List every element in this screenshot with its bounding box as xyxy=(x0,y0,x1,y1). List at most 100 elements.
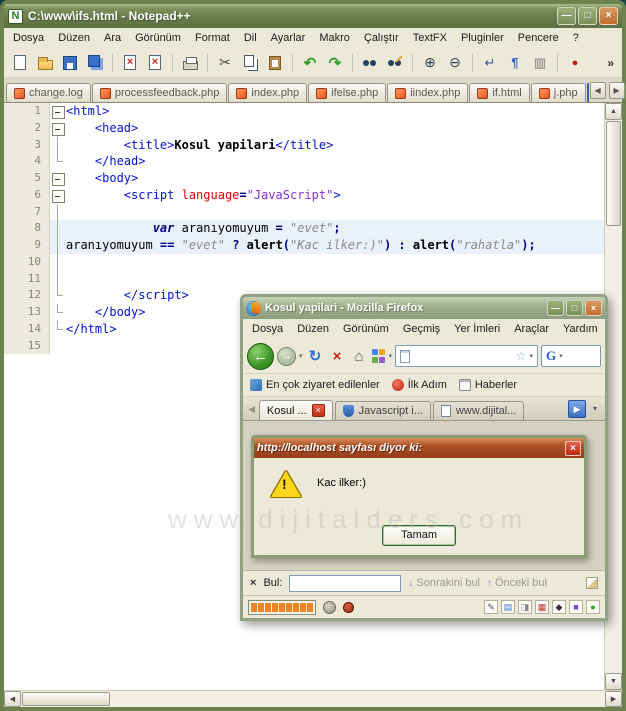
toolbar-paste-button[interactable] xyxy=(264,52,286,74)
grid-icon[interactable]: ▦ xyxy=(535,600,549,614)
toolbar-save-button[interactable] xyxy=(59,52,81,74)
tab-iindex-php[interactable]: iindex.php xyxy=(387,83,469,102)
toolbar-close-button[interactable]: × xyxy=(119,52,141,74)
menu-item-textfx[interactable]: TextFX xyxy=(406,30,454,46)
status-ok-icon[interactable]: ● xyxy=(586,600,600,614)
horizontal-scroll-thumb[interactable] xyxy=(22,692,110,706)
firefox-menu-item-araçlar[interactable]: Araçlar xyxy=(507,321,556,337)
menu-item-görünüm[interactable]: Görünüm xyxy=(128,30,188,46)
firefox-menu-item-görünüm[interactable]: Görünüm xyxy=(336,321,396,337)
toolbar-zoom-in-button[interactable]: ⊕ xyxy=(419,52,441,74)
bookmarks-grid-icon[interactable] xyxy=(371,349,386,363)
tab-processfeedback-php[interactable]: processfeedback.php xyxy=(91,83,228,102)
search-input[interactable]: G ▾ xyxy=(541,345,601,367)
firefox-menu-item-yer-i-mleri[interactable]: Yer İmleri xyxy=(447,321,507,337)
find-close-icon[interactable]: × xyxy=(250,577,256,589)
menu-item-ara[interactable]: Ara xyxy=(97,30,128,46)
scroll-right-arrow[interactable]: ▶ xyxy=(605,691,622,707)
back-button[interactable]: ← xyxy=(247,342,274,370)
tab-scroll-left-button[interactable]: ◀ xyxy=(246,404,257,420)
alert-close-button[interactable]: × xyxy=(565,440,581,456)
tab-scroll-right-button[interactable]: ▶ xyxy=(608,82,625,99)
toolbar-cut-button[interactable]: ✂ xyxy=(214,52,236,74)
browser-tab-www-dijital[interactable]: www.dijital... xyxy=(432,401,525,420)
bug-icon[interactable] xyxy=(343,601,354,613)
tab-j-php[interactable]: j.php xyxy=(530,83,586,102)
toolbar-open-file-button[interactable] xyxy=(34,52,56,74)
firefox-titlebar[interactable]: Kosul yapilari - Mozilla Firefox — □ × xyxy=(243,297,605,319)
tamam-button[interactable]: Tamam xyxy=(382,525,456,546)
scroll-up-arrow[interactable]: ▲ xyxy=(605,103,622,120)
menu-item-ayarlar[interactable]: Ayarlar xyxy=(264,30,313,46)
tab-scroll-right-button[interactable]: ▶ xyxy=(568,400,586,418)
fold-marker-icon[interactable] xyxy=(50,187,66,204)
fold-marker-icon[interactable] xyxy=(50,103,66,120)
menu-item-dil[interactable]: Dil xyxy=(237,30,264,46)
menu-item-düzen[interactable]: Düzen xyxy=(51,30,97,46)
fold-marker-icon[interactable] xyxy=(50,170,66,187)
toolbar-word-wrap-button[interactable]: ↵ xyxy=(479,52,501,74)
toolbar-save-all-button[interactable] xyxy=(84,52,106,74)
toolbar-redo-button[interactable]: ↷ xyxy=(324,52,346,74)
sparkle-icon[interactable] xyxy=(323,600,336,614)
firefox-minimize-button[interactable]: — xyxy=(547,300,564,316)
toolbar-show-all-chars-button[interactable]: ¶ xyxy=(504,52,526,74)
toolbar-replace-button[interactable] xyxy=(384,52,406,74)
stop-icon[interactable]: × xyxy=(328,348,347,365)
menu-item-item[interactable]: ? xyxy=(566,30,586,46)
code-line[interactable]: 9 aranıyomuyum == "evet" ? alert("Kac ilk… xyxy=(4,237,604,254)
tab-index-php[interactable]: index.php xyxy=(228,83,308,102)
palette-icon[interactable]: ▤ xyxy=(501,600,515,614)
toolbar-macro-record-button[interactable]: ● xyxy=(564,52,586,74)
active-tab-partial[interactable] xyxy=(586,83,589,102)
toolbar-print-button[interactable] xyxy=(179,52,201,74)
toolbar-find-button[interactable] xyxy=(359,52,381,74)
history-dropdown-icon[interactable]: ▾ xyxy=(299,352,303,360)
bookmark-en-çok-ziyaret-edilenler[interactable]: En çok ziyaret edilenler xyxy=(250,379,380,391)
vertical-scroll-thumb[interactable] xyxy=(606,121,621,226)
menu-item-dosya[interactable]: Dosya xyxy=(6,30,51,46)
browser-tab-javascript-i[interactable]: Javascript i... xyxy=(334,401,431,420)
menu-item-format[interactable]: Format xyxy=(188,30,237,46)
browser-tab-kosul[interactable]: Kosul ... × xyxy=(258,400,333,420)
find-input[interactable] xyxy=(289,574,402,592)
firefox-menu-item-yardım[interactable]: Yardım xyxy=(556,321,605,337)
bookmarks-dropdown-icon[interactable]: ▾ xyxy=(389,352,393,360)
bookmark-haberler[interactable]: Haberler xyxy=(458,379,517,391)
tab-change-log[interactable]: change.log xyxy=(6,83,91,102)
find-next-button[interactable]: ↓ Sonrakini bul xyxy=(408,577,480,589)
code-line[interactable]: 6 <script language="JavaScript"> xyxy=(4,186,604,204)
tab-list-button[interactable]: ▾ xyxy=(588,400,602,418)
tab-if-html[interactable]: if.html xyxy=(469,83,530,102)
window-icon[interactable]: ◨ xyxy=(518,600,532,614)
home-icon[interactable]: ⌂ xyxy=(350,348,369,365)
tab-close-icon[interactable]: × xyxy=(311,404,325,417)
toolbar-new-file-button[interactable] xyxy=(9,52,31,74)
firefox-maximize-button[interactable]: □ xyxy=(566,300,583,316)
firefox-menu-item-dosya[interactable]: Dosya xyxy=(245,321,290,337)
menu-item-pluginler[interactable]: Pluginler xyxy=(454,30,511,46)
toolbar-close-all-button[interactable]: × xyxy=(144,52,166,74)
code-line[interactable]: 8 var aranıyomuyum = "evet"; xyxy=(4,220,604,237)
address-dropdown-icon[interactable]: ▾ xyxy=(529,352,533,360)
code-line[interactable]: 3 <title>Kosul yapilari</title> xyxy=(4,136,604,154)
alert-titlebar[interactable]: http://localhost sayfası diyor ki: × xyxy=(254,438,584,458)
scroll-left-arrow[interactable]: ◀ xyxy=(4,691,21,707)
forward-button[interactable]: → xyxy=(277,346,296,366)
close-button[interactable]: × xyxy=(599,7,618,25)
fold-marker-icon[interactable] xyxy=(50,120,66,137)
bookmark-star-icon[interactable]: ☆ xyxy=(516,349,527,363)
code-line[interactable]: 2 <head> xyxy=(4,119,604,137)
scroll-down-arrow[interactable]: ▼ xyxy=(605,673,622,690)
address-bar[interactable]: ☆ ▾ xyxy=(395,345,538,367)
find-prev-button[interactable]: ↑ Önceki bul xyxy=(487,577,547,589)
tab-ifelse-php[interactable]: ifelse.php xyxy=(308,83,387,102)
code-line[interactable]: 7 xyxy=(4,203,604,221)
menu-item-çalıştır[interactable]: Çalıştır xyxy=(357,30,406,46)
code-line[interactable]: 11 xyxy=(4,270,604,288)
search-engine-dropdown-icon[interactable]: ▾ xyxy=(559,352,563,360)
code-line[interactable]: 4 </head> xyxy=(4,153,604,170)
toolbar-overflow-icon[interactable]: » xyxy=(604,56,617,70)
firefox-menu-item-geçmiş[interactable]: Geçmiş xyxy=(396,321,447,337)
firefox-close-button[interactable]: × xyxy=(585,300,602,316)
